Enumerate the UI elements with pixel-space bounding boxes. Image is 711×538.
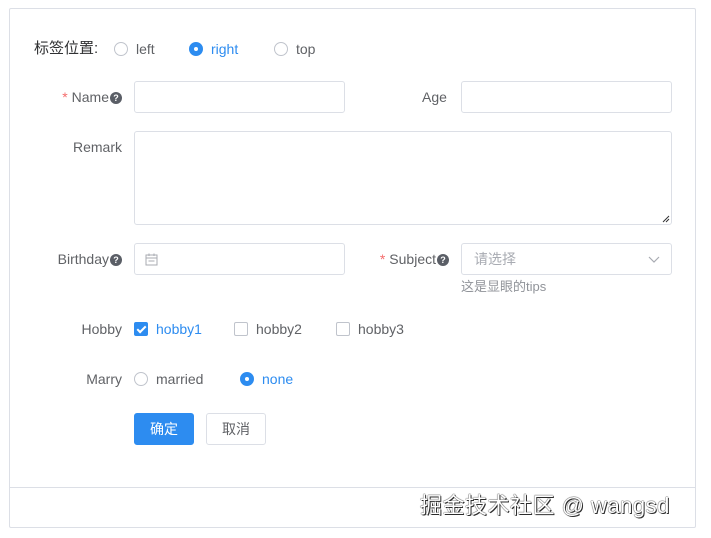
marry-label: Marry (86, 371, 122, 387)
radio-top-label[interactable]: top (296, 40, 315, 58)
radio-left[interactable] (114, 42, 128, 56)
hobby-label: Hobby (81, 321, 122, 337)
subject-placeholder: 请选择 (474, 251, 516, 267)
age-input[interactable] (461, 81, 672, 113)
footer-divider (9, 487, 696, 488)
radio-none-label[interactable]: none (262, 370, 293, 388)
radio-married[interactable] (134, 372, 148, 386)
cancel-button[interactable]: 取消 (206, 413, 266, 445)
radio-right[interactable] (189, 42, 203, 56)
remark-textarea[interactable] (134, 131, 672, 225)
hobby3-label[interactable]: hobby3 (358, 320, 404, 338)
hobby3-checkbox[interactable] (336, 322, 350, 336)
subject-select[interactable]: 请选择 (461, 243, 672, 275)
birthday-label: Birthday? (30, 250, 122, 268)
hobby2-checkbox[interactable] (234, 322, 248, 336)
required-asterisk: * (379, 251, 386, 267)
subject-tip: 这是显眼的tips (461, 279, 547, 294)
birthday-datepicker[interactable] (134, 243, 345, 275)
radio-married-label[interactable]: married (156, 370, 203, 388)
remark-label: Remark (72, 139, 122, 155)
confirm-button[interactable]: 确定 (134, 413, 194, 445)
calendar-icon (145, 253, 158, 266)
label-position-label: 标签位置: (34, 40, 99, 57)
hobby1-checkbox[interactable] (134, 322, 148, 336)
help-icon: ? (110, 92, 122, 104)
name-input[interactable] (134, 81, 345, 113)
resize-handle-icon[interactable] (662, 215, 670, 223)
watermark: 掘金技术社区 @ wangsd (420, 493, 670, 518)
radio-none[interactable] (240, 372, 254, 386)
required-asterisk: * (62, 89, 68, 105)
radio-top[interactable] (274, 42, 288, 56)
radio-left-label[interactable]: left (136, 40, 155, 58)
hobby1-label[interactable]: hobby1 (156, 320, 202, 338)
age-label: Age (422, 89, 447, 105)
radio-right-label[interactable]: right (211, 40, 238, 58)
chevron-down-icon (648, 256, 660, 263)
help-icon: ? (437, 254, 449, 266)
name-label: * Name? (30, 88, 122, 106)
help-icon: ? (110, 254, 122, 266)
hobby2-label[interactable]: hobby2 (256, 320, 302, 338)
subject-label: * Subject? (355, 250, 449, 268)
